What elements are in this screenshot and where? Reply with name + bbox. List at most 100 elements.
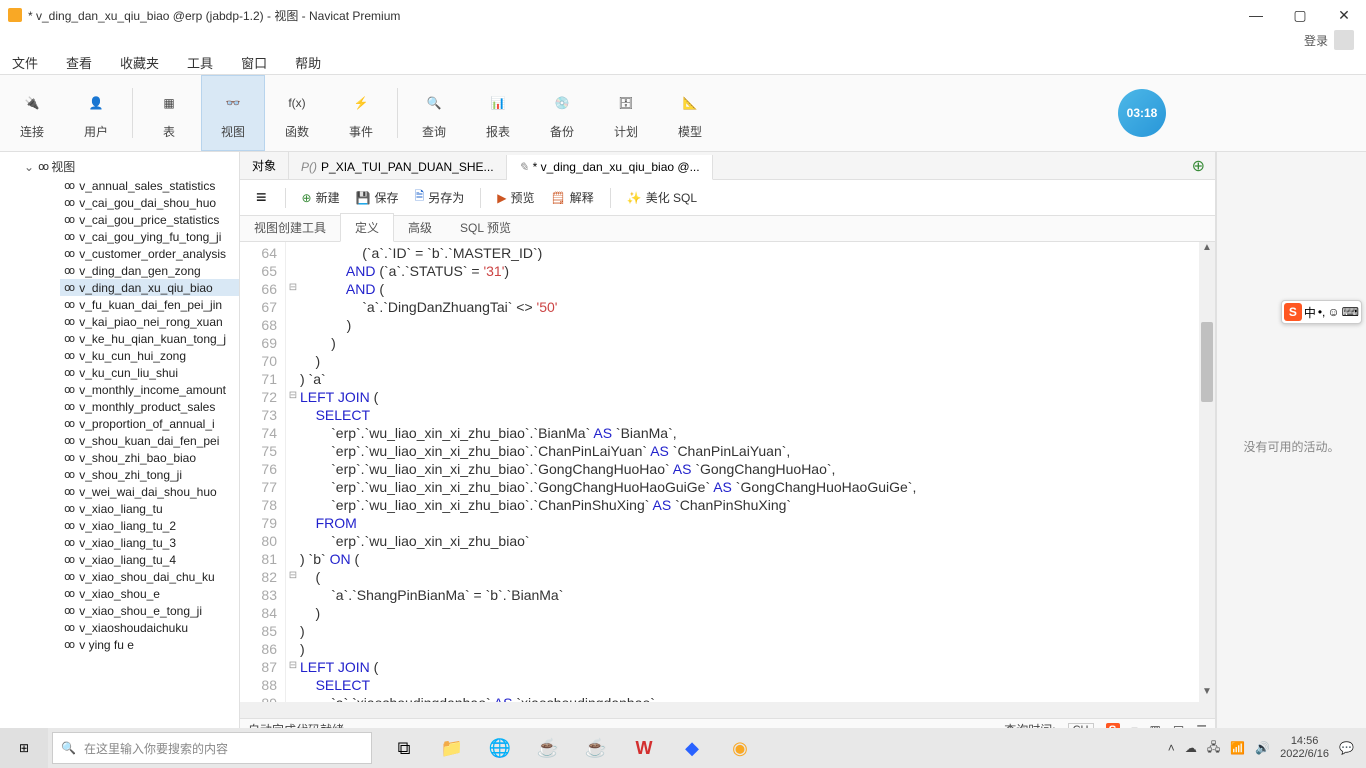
tree-item-v_ku_cun_liu_shui[interactable]: oov_ku_cun_liu_shui [60, 364, 239, 381]
sql-editor[interactable]: 6465666768697071727374757677787980818283… [240, 242, 1215, 702]
avatar[interactable] [1334, 30, 1354, 50]
maximize-button[interactable]: ▢ [1290, 7, 1310, 24]
tab-1[interactable]: P()P_XIA_TUI_PAN_DUAN_SHE... [289, 155, 507, 179]
tab-2[interactable]: ✎* v_ding_dan_xu_qiu_biao @... [507, 155, 713, 180]
tree-item-v_wei_wai_dai_shou_huo[interactable]: oov_wei_wai_dai_shou_huo [60, 483, 239, 500]
tree-root-views[interactable]: ⌄ oo 视图 [24, 156, 239, 177]
tray-notifications-icon[interactable]: 💬 [1339, 741, 1354, 755]
subtab-SQL 预览[interactable]: SQL 预览 [446, 214, 525, 241]
wps-icon[interactable]: W [620, 728, 668, 768]
tree-item-v_ding_dan_gen_zong[interactable]: oov_ding_dan_gen_zong [60, 262, 239, 279]
menu-帮助[interactable]: 帮助 [295, 53, 321, 72]
menu-icon[interactable]: ≡ [248, 187, 275, 208]
tree-item-v_monthly_income_amount[interactable]: oov_monthly_income_amount [60, 381, 239, 398]
ribbon-计划[interactable]: 🗄计划 [594, 75, 658, 151]
ribbon-模型[interactable]: 📐模型 [658, 75, 722, 151]
view-group-icon: oo [38, 160, 47, 173]
vertical-scrollbar[interactable]: ▲ ▼ [1199, 242, 1215, 702]
tree-item-v_shou_kuan_dai_fen_pei[interactable]: oov_shou_kuan_dai_fen_pei [60, 432, 239, 449]
tree-item-v_xiao_shou_e[interactable]: oov_xiao_shou_e [60, 585, 239, 602]
login-link[interactable]: 登录 [1304, 32, 1328, 49]
chrome-icon[interactable]: 🌐 [476, 728, 524, 768]
menu-工具[interactable]: 工具 [187, 53, 213, 72]
ribbon-函数[interactable]: f(x)函数 [265, 75, 329, 151]
ribbon-连接[interactable]: 🔌连接 [0, 75, 64, 151]
ribbon-报表[interactable]: 📊报表 [466, 75, 530, 151]
app-icon [8, 8, 22, 22]
code-area[interactable]: (`a`.`ID` = `b`.`MASTER_ID`) AND (`a`.`S… [300, 242, 1199, 702]
menu-收藏夹[interactable]: 收藏夹 [120, 53, 159, 72]
java-icon[interactable]: ☕ [524, 728, 572, 768]
close-button[interactable]: ✕ [1334, 7, 1354, 24]
tree-item-v ying fu e[interactable]: oov ying fu e [60, 636, 239, 653]
tray-clock[interactable]: 14:56 2022/6/16 [1280, 735, 1329, 761]
explain-button[interactable]: 🗒解释 [544, 185, 599, 210]
tray-volume-icon[interactable]: 🔊 [1255, 741, 1270, 755]
ribbon-查询[interactable]: 🔍查询 [402, 75, 466, 151]
subtab-高级[interactable]: 高级 [394, 214, 446, 241]
scroll-thumb[interactable] [1201, 322, 1213, 402]
scroll-down-icon[interactable]: ▼ [1199, 686, 1215, 702]
app-icon-blue[interactable]: ◆ [668, 728, 716, 768]
ribbon-用户[interactable]: 👤用户 [64, 75, 128, 151]
view-icon: oo [64, 400, 73, 413]
tree-item-v_customer_order_analysis[interactable]: oov_customer_order_analysis [60, 245, 239, 262]
navicat-taskbar-icon[interactable]: ◉ [716, 728, 764, 768]
tree-item-v_shou_zhi_bao_biao[interactable]: oov_shou_zhi_bao_biao [60, 449, 239, 466]
menu-文件[interactable]: 文件 [12, 53, 38, 72]
explorer-icon[interactable]: 📁 [428, 728, 476, 768]
preview-button[interactable]: ▶预览 [491, 185, 540, 210]
horizontal-scrollbar[interactable] [240, 702, 1215, 718]
tree-item-v_shou_zhi_tong_ji[interactable]: oov_shou_zhi_tong_ji [60, 466, 239, 483]
scroll-up-icon[interactable]: ▲ [1199, 242, 1215, 258]
add-tab-button[interactable]: ⊕ [1182, 153, 1215, 179]
tab-0[interactable]: 对象 [240, 152, 289, 179]
tray-network-icon[interactable]: 🖧 [1207, 738, 1220, 759]
tray-chevron-icon[interactable]: ˄ [1168, 741, 1175, 755]
tree-item-v_xiaoshoudaichuku[interactable]: oov_xiaoshoudaichuku [60, 619, 239, 636]
task-view-icon[interactable]: ⧉ [380, 728, 428, 768]
tree-item-v_xiao_shou_e_tong_ji[interactable]: oov_xiao_shou_e_tong_ji [60, 602, 239, 619]
tree-item-v_kai_piao_nei_rong_xuan[interactable]: oov_kai_piao_nei_rong_xuan [60, 313, 239, 330]
tree-item-v_xiao_liang_tu[interactable]: oov_xiao_liang_tu [60, 500, 239, 517]
floating-ime[interactable]: S 中 •, ☺ ⌨ [1281, 300, 1362, 324]
tray-wifi-icon[interactable]: 📶 [1230, 741, 1245, 755]
ribbon-表[interactable]: ▦表 [137, 75, 201, 151]
tree-item-v_ku_cun_hui_zong[interactable]: oov_ku_cun_hui_zong [60, 347, 239, 364]
tree-item-v_cai_gou_ying_fu_tong_ji[interactable]: oov_cai_gou_ying_fu_tong_ji [60, 228, 239, 245]
menu-窗口[interactable]: 窗口 [241, 53, 267, 72]
window-title: * v_ding_dan_xu_qiu_biao @erp (jabdp-1.2… [28, 7, 1246, 24]
saveas-button[interactable]: 🗎另存为 [409, 183, 471, 212]
tree-item-v_xiao_liang_tu_3[interactable]: oov_xiao_liang_tu_3 [60, 534, 239, 551]
start-button[interactable]: ⊞ [0, 728, 48, 768]
view-icon: oo [64, 349, 73, 362]
tree-item-v_xiao_liang_tu_4[interactable]: oov_xiao_liang_tu_4 [60, 551, 239, 568]
tree-item-v_annual_sales_statistics[interactable]: oov_annual_sales_statistics [60, 177, 239, 194]
tray-onedrive-icon[interactable]: ☁ [1185, 741, 1197, 755]
tree-item-v_fu_kuan_dai_fen_pei_jin[interactable]: oov_fu_kuan_dai_fen_pei_jin [60, 296, 239, 313]
subtab-视图创建工具[interactable]: 视图创建工具 [240, 214, 340, 241]
tree-item-v_ding_dan_xu_qiu_biao[interactable]: oov_ding_dan_xu_qiu_biao [60, 279, 239, 296]
minimize-button[interactable]: — [1246, 7, 1266, 24]
tree-item-v_cai_gou_price_statistics[interactable]: oov_cai_gou_price_statistics [60, 211, 239, 228]
ribbon-icon-5: ⚡ [345, 87, 377, 119]
tree-item-v_xiao_shou_dai_chu_ku[interactable]: oov_xiao_shou_dai_chu_ku [60, 568, 239, 585]
java-icon-2[interactable]: ☕ [572, 728, 620, 768]
new-button[interactable]: ⊕新建 [296, 185, 346, 210]
view-icon: oo [64, 332, 73, 345]
ribbon-备份[interactable]: 💿备份 [530, 75, 594, 151]
tree-item-v_ke_hu_qian_kuan_tong_j[interactable]: oov_ke_hu_qian_kuan_tong_j [60, 330, 239, 347]
beautify-button[interactable]: ✨美化 SQL [621, 185, 703, 210]
subtab-定义[interactable]: 定义 [340, 213, 394, 242]
ribbon-视图[interactable]: 👓视图 [201, 75, 265, 151]
taskbar-search[interactable]: 🔍 在这里输入你要搜索的内容 [52, 732, 372, 764]
tree-item-v_xiao_liang_tu_2[interactable]: oov_xiao_liang_tu_2 [60, 517, 239, 534]
ribbon-事件[interactable]: ⚡事件 [329, 75, 393, 151]
save-button[interactable]: 💾保存 [350, 185, 405, 210]
tree-item-v_cai_gou_dai_shou_huo[interactable]: oov_cai_gou_dai_shou_huo [60, 194, 239, 211]
tree-item-v_monthly_product_sales[interactable]: oov_monthly_product_sales [60, 398, 239, 415]
view-icon: oo [64, 417, 73, 430]
menu-查看[interactable]: 查看 [66, 53, 92, 72]
system-tray: ˄ ☁ 🖧 📶 🔊 14:56 2022/6/16 💬 [1168, 735, 1366, 761]
tree-item-v_proportion_of_annual_i[interactable]: oov_proportion_of_annual_i [60, 415, 239, 432]
